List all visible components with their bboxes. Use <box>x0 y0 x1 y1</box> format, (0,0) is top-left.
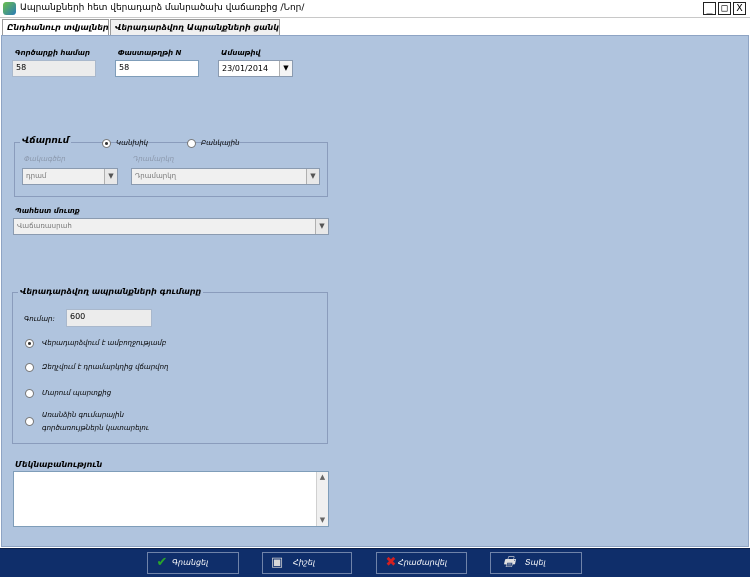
main-panel: Գործարքի համար 58 Փաստաթղթի N 58 Ամսաթիվ… <box>1 35 749 547</box>
save-button[interactable]: ▣ Հիշել <box>262 552 352 574</box>
noncash-radio-label[interactable]: Բանկային <box>201 139 239 147</box>
minimize-button[interactable]: _ <box>703 2 716 15</box>
floppy-disk-icon: ▣ <box>270 555 284 570</box>
discount-radio[interactable] <box>25 363 34 372</box>
separate-label-line1[interactable]: Առանձին գումարային <box>42 411 124 419</box>
close-button[interactable]: X <box>733 2 746 15</box>
window-title: Ապրանքների հետ վերադարձ մանրածախ վաճառքի… <box>20 3 305 13</box>
payment-legend: Վճարում <box>20 136 72 146</box>
tab-general[interactable]: Ընդհանուր տվյալներ <box>2 19 109 36</box>
maximize-button[interactable]: □ <box>718 2 731 15</box>
noncash-radio[interactable] <box>187 139 196 148</box>
tab-returned-items[interactable]: Վերադարձվող Ապրանքների ցանկ <box>110 19 280 36</box>
cancel-button[interactable]: ✖ Հրաժարվել <box>376 552 467 574</box>
amount-field: 600 <box>66 309 152 327</box>
doc-number-label: Գործարքի համար <box>15 49 90 57</box>
return-full-label[interactable]: Վերադարձվում է ամբողջությամբ <box>42 339 166 347</box>
chevron-down-icon[interactable]: ▼ <box>315 219 328 234</box>
accept-button[interactable]: ✔ Գրանցել <box>147 552 239 574</box>
tab-strip: Ընդհանուր տվյալներ Վերադարձվող Ապրանքներ… <box>0 18 750 36</box>
cashbox-select: Դրամարկղ ▼ <box>131 168 320 185</box>
chevron-down-icon[interactable]: ▼ <box>279 61 292 76</box>
date-value: 23/01/2014 <box>222 64 269 73</box>
chevron-down-icon: ▼ <box>306 169 319 184</box>
checkmark-icon: ✔ <box>156 555 168 570</box>
accept-label: Գրանցել <box>172 558 209 567</box>
bottom-toolbar: ✔ Գրանցել ▣ Հիշել ✖ Հրաժարվել 🖶 Տպել <box>0 548 750 577</box>
receipt-number-input[interactable]: 58 <box>115 60 199 77</box>
app-icon <box>3 2 16 15</box>
date-label: Ամսաթիվ <box>221 49 261 57</box>
scroll-down-icon[interactable]: ▼ <box>317 515 328 526</box>
doc-number-field: 58 <box>12 60 96 77</box>
printer-icon: 🖶 <box>502 555 516 570</box>
cashier-value: դրամ <box>26 172 47 180</box>
debt-repay-label[interactable]: Մարում պարտքից <box>42 389 111 397</box>
date-picker[interactable]: 23/01/2014 ▼ <box>218 60 293 77</box>
title-bar: Ապրանքների հետ վերադարձ մանրածախ վաճառքի… <box>0 0 750 18</box>
amount-legend: Վերադարձվող ապրանքների գումարը <box>18 287 204 296</box>
cashbox-label: Դրամարկղ <box>133 155 175 163</box>
scroll-up-icon[interactable]: ▲ <box>317 472 328 483</box>
chevron-down-icon: ▼ <box>104 169 117 184</box>
close-x-icon: ✖ <box>385 555 397 570</box>
debt-repay-radio[interactable] <box>25 389 34 398</box>
return-full-radio[interactable] <box>25 339 34 348</box>
discount-label[interactable]: Զեղչվում է դրամարկղից վճարվող <box>42 363 169 371</box>
save-label: Հիշել <box>293 558 316 567</box>
cashbox-value: Դրամարկղ <box>135 172 177 180</box>
separate-label-line2[interactable]: գործառույթներն կատարելու <box>42 424 149 432</box>
cashier-select: դրամ ▼ <box>22 168 118 185</box>
comment-label: Մեկնաբանություն <box>15 460 103 469</box>
print-label: Տպել <box>525 558 546 567</box>
comment-textarea[interactable]: ▲ ▼ <box>13 471 329 527</box>
cancel-label: Հրաժարվել <box>398 558 448 567</box>
storage-label: Պահեստ մուտք <box>15 207 80 215</box>
cash-radio[interactable] <box>102 139 111 148</box>
cash-radio-label[interactable]: Կանխիկ <box>116 139 148 147</box>
separate-radio[interactable] <box>25 417 34 426</box>
storage-value: Վաճառասրահ <box>17 222 72 230</box>
comment-scrollbar[interactable]: ▲ ▼ <box>316 472 328 526</box>
storage-select[interactable]: Վաճառասրահ ▼ <box>13 218 329 235</box>
receipt-number-label: Փաստաթղթի N <box>118 49 182 57</box>
cashier-label: Փակագծեր <box>24 155 66 163</box>
amount-label: Գումար: <box>24 315 55 323</box>
print-button[interactable]: 🖶 Տպել <box>490 552 582 574</box>
